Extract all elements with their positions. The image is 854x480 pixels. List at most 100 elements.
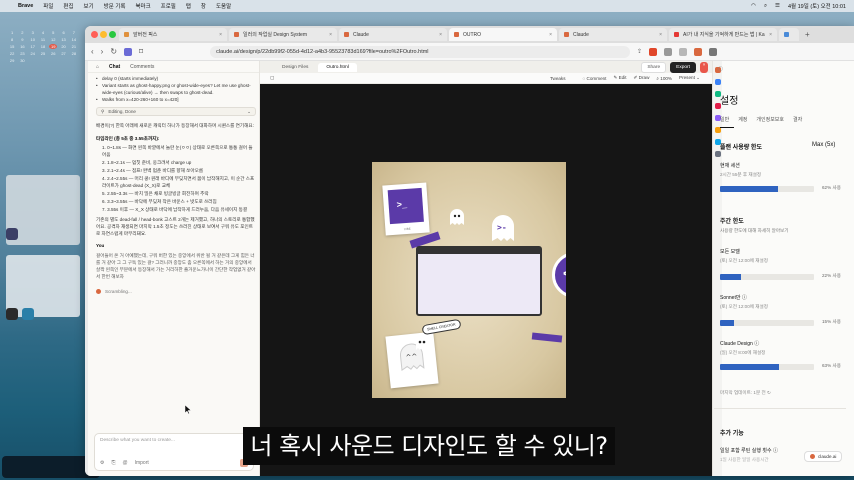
tab-account[interactable]: 계정: [738, 116, 747, 123]
at-icon[interactable]: @: [123, 460, 128, 466]
tab-general[interactable]: 일반: [720, 116, 729, 123]
calendar-day[interactable]: 15: [8, 44, 16, 49]
menu-item-edit[interactable]: 편집: [63, 2, 73, 10]
reload-button[interactable]: ↻: [110, 47, 117, 56]
calendar-day[interactable]: 17: [29, 44, 37, 49]
calendar-day[interactable]: 18: [39, 44, 47, 49]
refresh-icon[interactable]: ↻: [767, 390, 771, 395]
url-bar[interactable]: claude.ai/design/p/22db99f2-055d-4d12-a4…: [210, 45, 631, 58]
calendar-day[interactable]: 24: [29, 51, 37, 56]
app-icon[interactable]: [6, 308, 18, 320]
calendar-day[interactable]: 29: [8, 58, 16, 63]
app-icon[interactable]: [714, 151, 721, 157]
calendar-day[interactable]: 6: [59, 30, 67, 35]
menu-item-bookmarks[interactable]: 북마크: [135, 2, 150, 10]
calendar-day[interactable]: 3: [29, 30, 37, 35]
menu-item-help[interactable]: 도움말: [216, 2, 231, 10]
tweaks-toggle[interactable]: Tweaks: [550, 76, 566, 81]
browser-tab[interactable]: [779, 28, 799, 41]
browser-tab[interactable]: Claude ×: [339, 28, 447, 41]
claude-badge[interactable]: claude.ai: [804, 451, 843, 462]
calendar-day[interactable]: 1: [8, 30, 16, 35]
settings-icon[interactable]: ⚙: [100, 460, 104, 466]
share-icon[interactable]: ⇪: [637, 48, 642, 55]
browser-tab[interactable]: 앞버전 픽스 ×: [119, 28, 227, 41]
tab-close-icon[interactable]: ×: [219, 32, 222, 38]
bookmark-icon[interactable]: ⌑: [139, 47, 143, 56]
share-button[interactable]: Share: [641, 61, 667, 73]
tab-close-icon[interactable]: ×: [329, 32, 332, 38]
editing-status-pill[interactable]: ⚲ Editing, Done ⌄: [96, 107, 256, 116]
calendar-day[interactable]: 12: [49, 37, 57, 42]
calendar-day[interactable]: 25: [39, 51, 47, 56]
menu-icon[interactable]: [709, 47, 718, 56]
calendar-day[interactable]: 20: [59, 44, 67, 49]
outro-stage[interactable]: >_ VIBE >- <: [372, 162, 566, 398]
zoom-control[interactable]: ⌕ 100%: [656, 76, 672, 81]
zoom-window-button[interactable]: [109, 31, 116, 38]
home-icon[interactable]: ⌂: [96, 64, 99, 70]
tab-outro-file[interactable]: Outro.html: [318, 62, 357, 72]
calendar-day[interactable]: 30: [18, 58, 26, 63]
chat-input[interactable]: Describe what you want to create... ⚙ ⎘ …: [94, 433, 254, 471]
calendar-day[interactable]: 13: [59, 37, 67, 42]
browser-tab[interactable]: AI가 내 지식을 기억하게 만드는 법 | Ka ×: [669, 28, 777, 41]
draw-button[interactable]: ✐ Draw: [634, 75, 650, 81]
control-center-icon[interactable]: ☰: [775, 3, 780, 9]
close-window-button[interactable]: [91, 31, 98, 38]
app-icon[interactable]: [6, 228, 18, 240]
desktop-window-thumbnail[interactable]: [6, 255, 80, 317]
browser-tab[interactable]: OUTRO ×: [449, 28, 557, 41]
menu-item-window[interactable]: 창: [201, 2, 206, 10]
calendar-day[interactable]: 16: [18, 44, 26, 49]
menu-item-profile[interactable]: 프로필: [161, 2, 176, 10]
app-icon[interactable]: [22, 308, 34, 320]
tab-comments[interactable]: Comments: [130, 64, 154, 70]
tab-design-files[interactable]: Design Files: [274, 63, 316, 72]
browser-tab[interactable]: Claude ×: [559, 28, 667, 41]
panel-icon[interactable]: ▢: [718, 66, 723, 72]
tab-close-icon[interactable]: ×: [439, 32, 442, 38]
close-icon[interactable]: ×: [700, 61, 708, 73]
calendar-day[interactable]: 10: [29, 37, 37, 42]
menu-item-file[interactable]: 파일: [43, 2, 53, 10]
comment-button[interactable]: ◌ Comment: [583, 76, 607, 81]
weekly-learn-more-link[interactable]: 사용량 한도에 대해 자세히 알아보기: [720, 228, 789, 234]
calendar-day[interactable]: 4: [39, 30, 47, 35]
info-icon[interactable]: ⓘ: [754, 341, 759, 347]
calendar-day[interactable]: 7: [70, 30, 78, 35]
new-tab-button[interactable]: +: [801, 30, 814, 39]
import-button[interactable]: Import: [135, 460, 149, 466]
minimize-window-button[interactable]: [100, 31, 107, 38]
wifi-icon[interactable]: ◠: [751, 3, 756, 9]
present-button[interactable]: Present ⌄: [679, 75, 700, 81]
back-button[interactable]: ‹: [91, 47, 94, 56]
sidebar-toggle-icon[interactable]: ▢: [270, 75, 274, 81]
tab-close-icon[interactable]: ×: [769, 32, 772, 38]
calendar-day[interactable]: 14: [70, 37, 78, 42]
tab-privacy[interactable]: 개인정보보호: [756, 116, 784, 123]
calendar-day[interactable]: 2: [18, 30, 26, 35]
forward-button[interactable]: ›: [101, 47, 104, 56]
calendar-day[interactable]: 19: [49, 44, 58, 49]
app-icon[interactable]: [714, 79, 721, 85]
search-icon[interactable]: ⌕: [764, 3, 767, 10]
tab-billing[interactable]: 결자: [793, 116, 802, 123]
browser-tab[interactable]: 일러의 작업실 Design System ×: [229, 28, 337, 41]
tab-chat[interactable]: Chat: [109, 64, 120, 70]
tab-close-icon[interactable]: ×: [659, 32, 662, 38]
extension-icon[interactable]: [664, 47, 673, 56]
calendar-day[interactable]: 21: [70, 44, 78, 49]
attach-icon[interactable]: ⎘: [111, 460, 115, 466]
edit-button[interactable]: ✎ Edit: [613, 75, 626, 81]
tab-close-icon[interactable]: ×: [549, 32, 552, 38]
claude-extension-icon[interactable]: [694, 47, 703, 56]
menu-item-tab[interactable]: 탭: [186, 2, 191, 10]
menu-clock[interactable]: 4월 19일 (토) 오전 10:01: [788, 2, 846, 10]
design-canvas[interactable]: >_ VIBE >- <: [260, 84, 712, 476]
calendar-day[interactable]: 5: [49, 30, 57, 35]
calendar-day[interactable]: 11: [39, 37, 47, 42]
calendar-day[interactable]: 28: [70, 51, 78, 56]
calendar-day[interactable]: 27: [59, 51, 67, 56]
calendar-day[interactable]: 26: [49, 51, 57, 56]
